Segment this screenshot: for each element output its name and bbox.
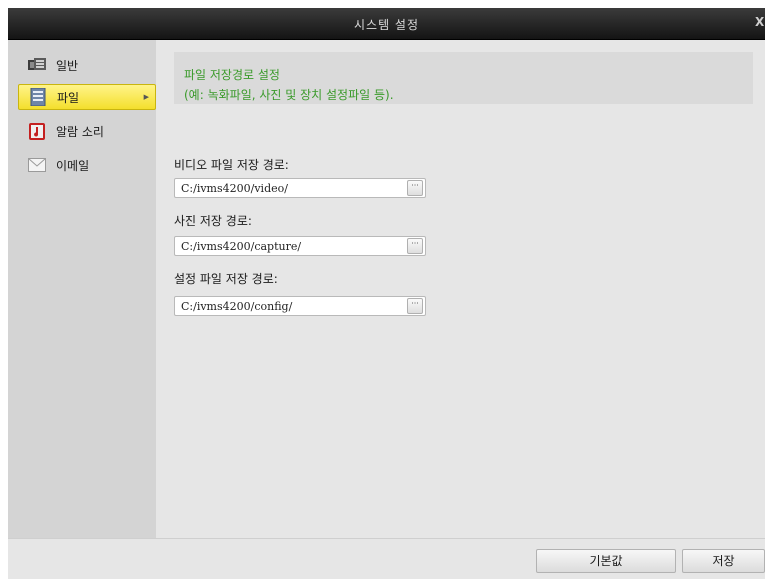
close-button[interactable]: X [755,15,765,33]
footer-bar: 기본값 저장 [8,538,765,579]
sidebar-item-label: 알람 소리 [56,124,104,139]
config-path-field[interactable]: C:/ivms4200/config/ ··· [174,296,426,316]
sidebar-item-label: 일반 [56,58,79,73]
monitor-icon [26,54,48,76]
info-title: 파일 저장경로 설정 [184,68,280,82]
config-path-browse-button[interactable]: ··· [407,298,423,314]
capture-path-browse-button[interactable]: ··· [407,238,423,254]
info-box: 파일 저장경로 설정 (예: 녹화파일, 사진 및 장치 설정파일 등). [174,52,753,104]
video-path-label: 비디오 파일 저장 경로: [174,158,289,172]
title-bar[interactable]: 시스템 설정 X [8,8,765,40]
sidebar: 일반 파일 ▶ 알람 소리 이메일 [8,40,156,538]
alarm-sound-icon [26,120,48,142]
default-button[interactable]: 기본값 [536,549,676,573]
capture-path-label: 사진 저장 경로: [174,214,252,228]
sidebar-item-general[interactable]: 일반 [18,52,156,78]
sidebar-item-file[interactable]: 파일 ▶ [18,84,156,110]
sidebar-item-email[interactable]: 이메일 [18,152,156,178]
video-path-field[interactable]: C:/ivms4200/video/ ··· [174,178,426,198]
info-description: (예: 녹화파일, 사진 및 장치 설정파일 등). [184,88,394,102]
sidebar-item-alarm-sound[interactable]: 알람 소리 [18,118,156,144]
save-button[interactable]: 저장 [682,549,765,573]
capture-path-field[interactable]: C:/ivms4200/capture/ ··· [174,236,426,256]
config-path-label: 설정 파일 저장 경로: [174,272,278,286]
config-path-value[interactable]: C:/ivms4200/config/ [175,300,407,313]
window-title: 시스템 설정 [353,18,419,32]
chevron-right-icon: ▶ [143,93,149,101]
file-icon [27,86,49,108]
video-path-value[interactable]: C:/ivms4200/video/ [175,182,407,195]
capture-path-value[interactable]: C:/ivms4200/capture/ [175,240,407,253]
sidebar-item-label: 파일 [57,90,80,105]
email-icon [26,154,48,176]
video-path-browse-button[interactable]: ··· [407,180,423,196]
system-settings-window: 시스템 설정 X 일반 파일 ▶ 알람 소리 이메일 파일 저장경로 설정 (예… [8,8,765,579]
file-settings-panel: 파일 저장경로 설정 (예: 녹화파일, 사진 및 장치 설정파일 등). 비디… [156,40,765,538]
sidebar-item-label: 이메일 [56,158,90,173]
